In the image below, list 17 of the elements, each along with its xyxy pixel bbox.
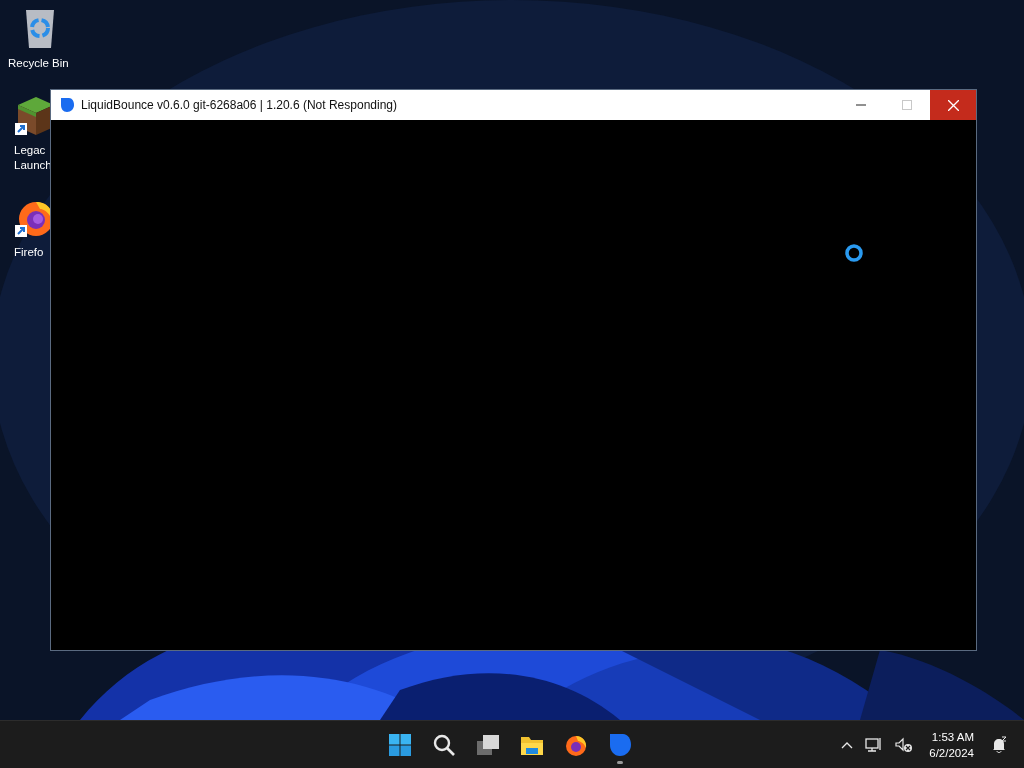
icon-label: Legac — [14, 143, 46, 158]
clock-time[interactable]: 1:53 AM — [931, 728, 974, 745]
shield-icon — [608, 732, 632, 757]
windows-logo-icon — [388, 732, 412, 757]
close-icon — [947, 99, 959, 111]
chevron-up-icon[interactable] — [841, 740, 854, 749]
maximize-icon — [902, 100, 912, 110]
icon-label: Firefo — [14, 245, 44, 260]
search-icon — [432, 732, 456, 757]
loading-spinner-icon — [844, 243, 864, 263]
network-icon[interactable] — [865, 736, 884, 753]
task-view-icon — [476, 732, 500, 757]
clock-date[interactable]: 6/2/2024 — [929, 744, 974, 761]
volume-icon[interactable] — [895, 736, 914, 753]
icon-label: Recycle Bin — [8, 56, 69, 71]
window-title: LiquidBounce v0.6.0 git-6268a06 | 1.20.6 (Not Responding) — [81, 98, 398, 112]
shield-icon — [59, 97, 75, 113]
